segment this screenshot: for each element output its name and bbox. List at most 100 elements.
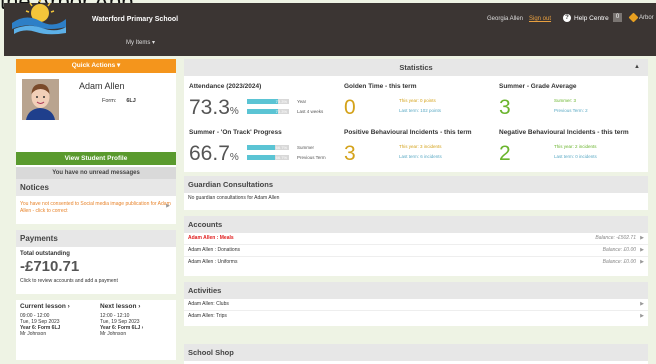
- account-row[interactable]: Adam Allen : Donations Balance: £0.00 ▶: [184, 245, 648, 257]
- my-items-menu[interactable]: My Items ▾: [126, 39, 155, 46]
- positive-incidents-line1: This year: 3 incidents: [399, 144, 442, 149]
- summer-grade-title: Summer - Grade Average: [499, 83, 577, 90]
- attendance-unit: %: [229, 106, 239, 117]
- form-label: Form:: [102, 98, 117, 104]
- attendance-weeks-bar: 73.3%: [247, 109, 289, 114]
- activity-row[interactable]: Adam Allen: Clubs ▶: [184, 299, 648, 311]
- account-balance: Balance: -£502.71: [595, 235, 636, 241]
- chevron-right-icon: ▶: [640, 235, 644, 241]
- activity-row[interactable]: Adam Allen: Trips ▶: [184, 311, 648, 322]
- school-logo-icon[interactable]: [10, 0, 66, 37]
- statistics-title: Statistics: [399, 63, 433, 72]
- next-lesson[interactable]: Next lesson › 12:00 - 12:10 Tue, 19 Sep …: [96, 300, 176, 360]
- negative-incidents-line1: This year: 2 incidents: [554, 144, 597, 149]
- summer-grade-value: 3: [499, 96, 511, 119]
- payments-panel: Payments Total outstanding -£710.71 Clic…: [16, 230, 176, 294]
- on-track-unit: %: [229, 152, 239, 163]
- golden-time-title: Golden Time - this term: [344, 83, 417, 90]
- notice-text: You have not consented to Social media i…: [20, 201, 171, 214]
- next-lesson-teacher: Mr Johnson: [100, 331, 127, 337]
- collapse-icon[interactable]: ▲: [634, 59, 640, 76]
- on-track-summer-bar: 66.7%: [247, 145, 289, 150]
- school-shop-panel: School Shop: [184, 344, 648, 364]
- on-track-prev-bar-text: 66.7%: [275, 155, 287, 160]
- on-track-summer-bar-text: 66.7%: [275, 145, 287, 150]
- student-form: Form: 6LJ: [102, 98, 136, 104]
- positive-incidents-stat[interactable]: Positive Behavioural Incidents - this te…: [339, 126, 493, 172]
- golden-time-value: 0: [344, 96, 356, 119]
- student-photo-icon: [22, 79, 59, 120]
- sign-out-link[interactable]: Sign out: [529, 16, 551, 22]
- current-lesson-teacher: Mr Johnson: [20, 331, 47, 337]
- on-track-number: 66.7: [189, 142, 230, 165]
- arbor-label: Arbor: [639, 14, 654, 21]
- accounts-panel: Accounts Adam Allen : Meals Balance: -£5…: [184, 216, 648, 276]
- arbor-app-link[interactable]: Arbor: [628, 12, 654, 23]
- positive-incidents-title: Positive Behavioural Incidents - this te…: [344, 129, 472, 136]
- on-track-stat[interactable]: Summer - 'On Track' Progress 66.7% 66.7%…: [184, 126, 338, 172]
- positive-incidents-line2: Last term: 6 incidents: [399, 154, 442, 159]
- student-name: Adam Allen: [79, 81, 125, 91]
- help-centre-button[interactable]: ? Help Centre: [563, 14, 609, 22]
- guardian-consultations-panel: Guardian Consultations No guardian consu…: [184, 176, 648, 210]
- arbor-logo-icon: [628, 12, 639, 23]
- student-avatar: [22, 79, 59, 120]
- golden-time-line2: Last term: 102 points: [399, 108, 442, 113]
- golden-time-stat[interactable]: Golden Time - this term 0 This year: 0 p…: [339, 80, 493, 126]
- negative-incidents-value: 2: [499, 142, 511, 165]
- notices-title: Notices: [16, 179, 176, 196]
- payments-summary[interactable]: Total outstanding -£710.71 Click to revi…: [16, 247, 176, 288]
- top-navigation-bar: Waterford Primary School My Items ▾ Geor…: [4, 0, 656, 56]
- account-row[interactable]: Adam Allen : Uniforms Balance: £0.00 ▶: [184, 257, 648, 268]
- account-balance: Balance: £0.00: [602, 259, 636, 265]
- summer-grade-stat[interactable]: Summer - Grade Average 3 Summer: 3 Previ…: [494, 80, 648, 126]
- negative-incidents-title: Negative Behavioural Incidents - this te…: [499, 129, 629, 136]
- account-name: Adam Allen : Donations: [188, 247, 240, 253]
- help-icon: ?: [563, 14, 571, 22]
- chevron-right-icon: ▶: [640, 301, 644, 307]
- on-track-value: 66.7%: [189, 142, 239, 166]
- attendance-value: 73.3%: [189, 96, 239, 120]
- payments-note: Click to review accounts and add a payme…: [20, 278, 118, 284]
- account-balance: Balance: £0.00: [602, 247, 636, 253]
- view-student-profile-button[interactable]: View Student Profile: [16, 152, 176, 165]
- attendance-weeks-label: Last 4 weeks: [297, 109, 324, 114]
- summer-grade-line1: Summer: 3: [554, 98, 577, 103]
- statistics-header[interactable]: Statistics ▲: [184, 59, 648, 76]
- negative-incidents-stat[interactable]: Negative Behavioural Incidents - this te…: [494, 126, 648, 172]
- chevron-right-icon: ▶: [640, 259, 644, 265]
- account-row[interactable]: Adam Allen : Meals Balance: -£502.71 ▶: [184, 233, 648, 245]
- summer-grade-line2: Previous Term: 2: [554, 108, 588, 113]
- current-lesson-title: Current lesson ›: [20, 303, 70, 310]
- attendance-title: Attendance (2023/2024): [189, 83, 262, 90]
- activities-title: Activities: [184, 282, 648, 299]
- notice-item[interactable]: You have not consented to Social media i…: [16, 196, 176, 220]
- accounts-title: Accounts: [184, 216, 648, 233]
- attendance-year-label: Year: [297, 99, 307, 104]
- notices-panel: Notices You have not consented to Social…: [16, 179, 176, 224]
- on-track-title: Summer - 'On Track' Progress: [189, 129, 282, 136]
- sidebar: Quick Actions ▾ Adam Allen Form: 6LJ View…: [16, 59, 176, 360]
- chevron-right-icon: ▶: [640, 313, 644, 319]
- attendance-stat[interactable]: Attendance (2023/2024) 73.3% 73.3% Year …: [184, 80, 338, 126]
- notification-count-badge[interactable]: 0: [613, 13, 622, 22]
- school-shop-title[interactable]: School Shop: [184, 344, 648, 361]
- negative-incidents-line2: Last term: 0 incidents: [554, 154, 597, 159]
- help-centre-label: Help Centre: [574, 14, 609, 22]
- statistics-panel: Statistics ▲ Attendance (2023/2024) 73.3…: [184, 59, 648, 172]
- total-outstanding-amount: -£710.71: [20, 258, 80, 275]
- form-value: 6LJ: [126, 98, 136, 104]
- guardian-consultations-text: No guardian consultations for Adam Allen: [188, 195, 280, 201]
- attendance-number: 73.3: [189, 96, 230, 119]
- next-lesson-title: Next lesson ›: [100, 303, 141, 310]
- quick-actions-button[interactable]: Quick Actions ▾: [16, 59, 176, 73]
- positive-incidents-value: 3: [344, 142, 356, 165]
- attendance-year-bar-text: 73.3%: [275, 99, 287, 104]
- school-name: Waterford Primary School: [92, 16, 179, 23]
- on-track-summer-label: Summer: [297, 145, 315, 150]
- activity-name: Adam Allen: Trips: [188, 313, 227, 319]
- activity-name: Adam Allen: Clubs: [188, 301, 229, 307]
- account-name: Adam Allen : Meals: [188, 235, 234, 241]
- current-lesson[interactable]: Current lesson › 09:00 - 12:00 Tue, 19 S…: [16, 300, 96, 360]
- payments-title: Payments: [16, 230, 176, 247]
